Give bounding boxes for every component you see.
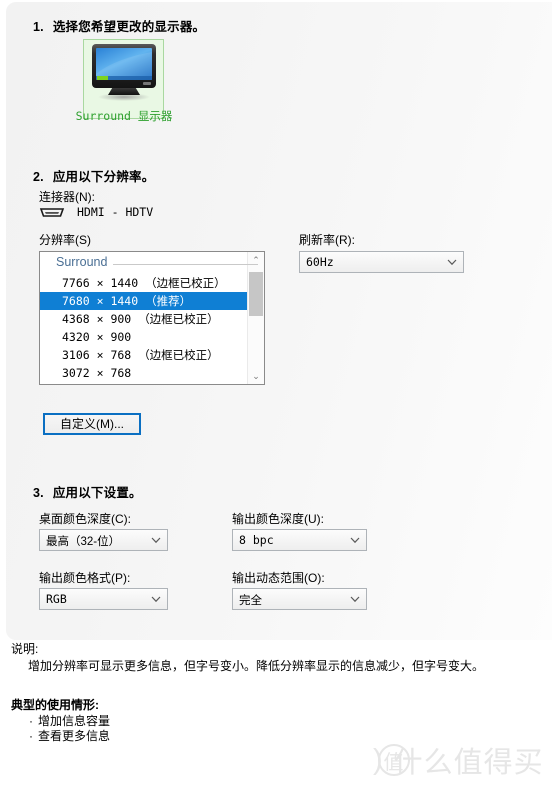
chevron-down-icon	[349, 589, 361, 609]
resolution-value: 3072 × 768	[62, 366, 132, 380]
resolution-note: （边框已校正）	[138, 314, 219, 326]
list-item: · 查看更多信息	[29, 727, 110, 744]
site-watermark: 值) 什么值得买	[373, 740, 546, 780]
hdmi-connector-icon	[39, 208, 65, 217]
step-1-title: 选择您希望更改的显示器。	[52, 20, 206, 34]
chevron-down-icon	[150, 530, 162, 550]
description-heading: 说明:	[11, 642, 39, 656]
resolution-listbox[interactable]: Surround 7766 × 1440 （边框已校正） 7680 × 1440…	[39, 251, 265, 385]
resolution-value: 4368 × 900	[62, 312, 132, 326]
step-3-title: 应用以下设置。	[52, 486, 142, 500]
desktop-color-depth-dropdown[interactable]: 最高（32-位）	[39, 529, 168, 551]
settings-panel: 1. 选择您希望更改的显示器。 Surround 显示器 2. 应用以下分辨率。…	[6, 2, 552, 640]
refresh-rate-label: 刷新率(R):	[299, 233, 355, 247]
list-item[interactable]: 4368 × 900 （边框已校正）	[40, 310, 264, 328]
scroll-up-icon[interactable]: ⌃	[248, 252, 264, 268]
output-dynamic-range-dropdown[interactable]: 完全	[232, 588, 367, 610]
output-dynamic-range-label: 输出动态范围(O):	[232, 571, 325, 585]
output-color-format-label: 输出颜色格式(P):	[39, 571, 131, 585]
usage-bullet-text: 增加信息容量	[38, 714, 111, 728]
usage-bullet-text: 查看更多信息	[38, 729, 111, 743]
description-body: 增加分辨率可显示更多信息，但字号变小。降低分辨率显示的信息减少，但字号变大。	[28, 659, 485, 673]
resolution-group-surround: Surround	[40, 252, 264, 274]
connector-label: 连接器(N):	[39, 190, 95, 204]
resolution-group-label: Surround	[56, 255, 114, 269]
chevron-down-icon	[150, 589, 162, 609]
step-2-number: 2.	[33, 170, 44, 184]
resolution-value: 7680 × 1440	[62, 294, 139, 308]
list-item[interactable]: 4320 × 900	[40, 328, 264, 346]
bullet-icon: ·	[29, 729, 33, 743]
listbox-scrollbar[interactable]: ⌃ ⌄	[247, 252, 264, 384]
resolution-value: 3106 × 768	[62, 348, 132, 362]
list-item-selected[interactable]: 7680 × 1440 （推荐）	[40, 292, 260, 310]
monitor-label: Surround 显示器	[75, 109, 173, 123]
usage-heading: 典型的使用情形:	[11, 698, 99, 712]
output-color-depth-label: 输出颜色深度(U):	[232, 512, 324, 526]
step-3-number: 3.	[33, 486, 44, 500]
bullet-icon: ·	[29, 714, 33, 728]
refresh-rate-dropdown[interactable]: 60Hz	[299, 251, 464, 273]
monitor-icon[interactable]	[90, 43, 158, 101]
resolution-note: （边框已校正）	[138, 350, 219, 362]
resolution-value: 4320 × 900	[62, 330, 132, 344]
step-1-heading: 1. 选择您希望更改的显示器。	[33, 16, 205, 35]
watermark-paren: )	[373, 743, 384, 776]
output-dynamic-range-value: 完全	[239, 595, 262, 607]
step-1-number: 1.	[33, 20, 44, 34]
resolution-label: 分辨率(S)	[39, 233, 91, 247]
scroll-down-icon[interactable]: ⌄	[248, 368, 264, 384]
resolution-note: （边框已校正）	[145, 278, 226, 290]
watermark-text: 什么值得买	[393, 747, 544, 779]
desktop-color-depth-label: 桌面颜色深度(C):	[39, 512, 131, 526]
list-item[interactable]: 3072 × 768	[40, 364, 264, 382]
output-color-depth-dropdown[interactable]: 8 bpc	[232, 529, 367, 551]
connector-value: HDMI - HDTV	[77, 205, 154, 219]
step-2-heading: 2. 应用以下分辨率。	[33, 166, 154, 185]
step-3-heading: 3. 应用以下设置。	[33, 482, 142, 501]
output-color-format-value: RGB	[46, 592, 67, 606]
refresh-rate-value: 60Hz	[306, 255, 334, 269]
custom-resolution-button[interactable]: 自定义(M)...	[43, 413, 141, 435]
list-item[interactable]: 7766 × 1440 （边框已校正）	[40, 274, 264, 292]
output-color-format-dropdown[interactable]: RGB	[39, 588, 168, 610]
output-color-depth-value: 8 bpc	[239, 533, 274, 547]
resolution-value: 7766 × 1440	[62, 276, 139, 290]
chevron-down-icon	[349, 530, 361, 550]
desktop-color-depth-value: 最高（32-位）	[46, 536, 121, 548]
step-2-title: 应用以下分辨率。	[52, 170, 155, 184]
chevron-down-icon	[446, 252, 458, 272]
resolution-note: （推荐）	[145, 296, 192, 308]
scrollbar-thumb[interactable]	[249, 272, 263, 316]
list-item[interactable]: 3106 × 768 （边框已校正）	[40, 346, 264, 364]
